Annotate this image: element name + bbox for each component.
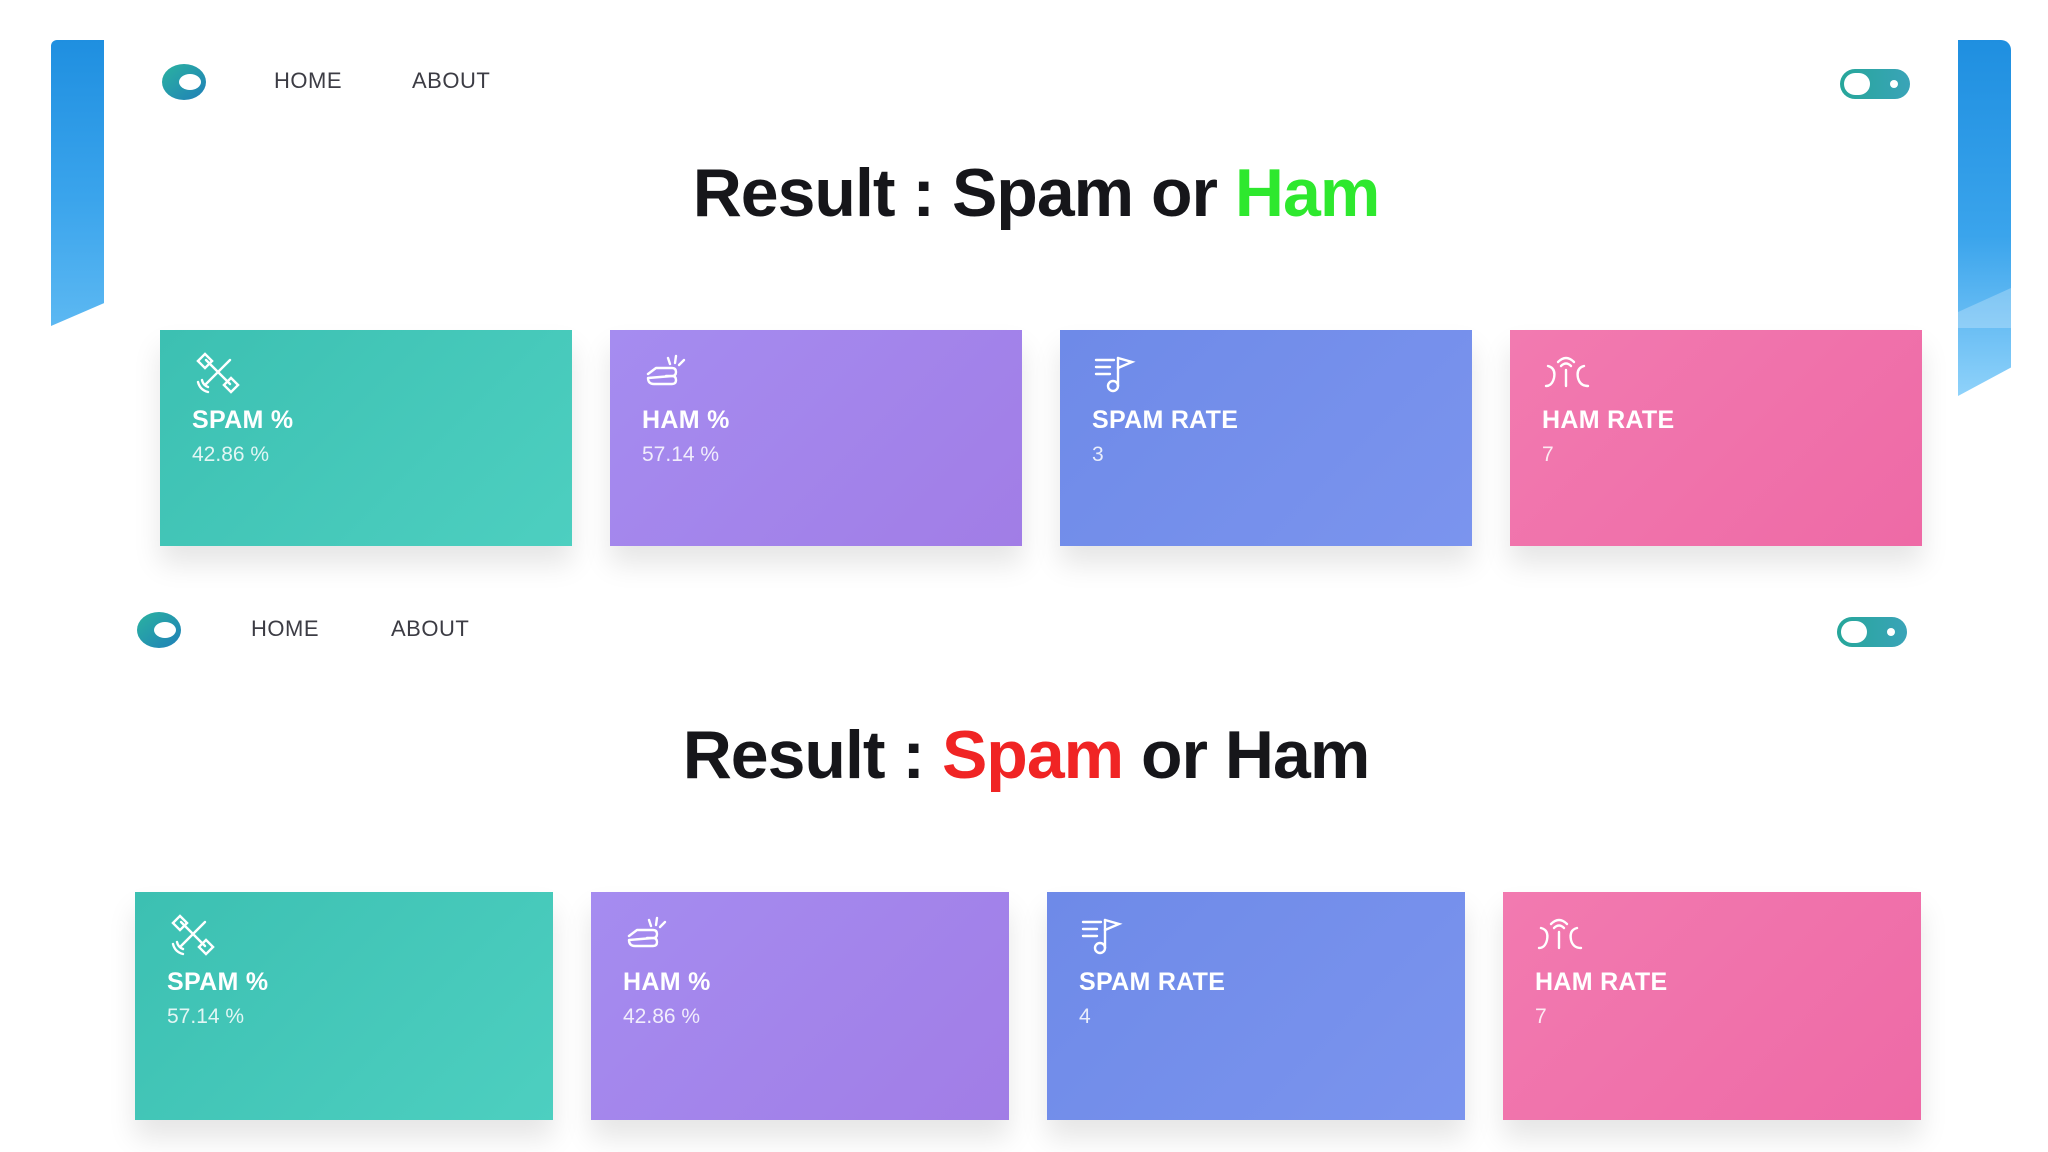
toggle-dot-icon: [1890, 80, 1898, 88]
card-value: 57.14 %: [642, 443, 720, 466]
nav-about-link[interactable]: ABOUT: [412, 68, 490, 94]
title-or-word: or: [1123, 717, 1225, 793]
ham-percent-card[interactable]: HAM % 42.86 %: [591, 892, 1009, 1120]
card-label: HAM RATE: [1542, 406, 1675, 434]
title-prefix: Result :: [682, 717, 942, 793]
navbar: HOME ABOUT: [135, 598, 1917, 658]
satellite-icon: [171, 914, 215, 956]
toggle-dot-icon: [1887, 628, 1895, 636]
title-spam-word: Spam: [951, 155, 1134, 231]
ham-rate-card[interactable]: HAM RATE 7: [1510, 330, 1922, 546]
app-screenshot-ham-result: HOME ABOUT Result : Spam or Ham SPAM % 4…: [160, 50, 1922, 550]
card-value: 42.86 %: [623, 1005, 701, 1028]
toggle-knob: [1841, 621, 1867, 643]
stats-cards: SPAM % 57.14 % HAM % 42.86 % SPAM RATE 4…: [135, 892, 1921, 1120]
card-label: HAM %: [623, 968, 711, 996]
navbar: HOME ABOUT: [160, 50, 1912, 110]
nav-home-link[interactable]: HOME: [251, 616, 319, 642]
card-value: 57.14 %: [167, 1005, 245, 1028]
signal-waves-icon: [1544, 356, 1590, 388]
card-value: 3: [1092, 443, 1104, 466]
title-prefix: Result :: [692, 155, 952, 231]
title-ham-word: Ham: [1224, 717, 1370, 793]
spam-rate-card[interactable]: SPAM RATE 3: [1060, 330, 1472, 546]
spam-percent-card[interactable]: SPAM % 57.14 %: [135, 892, 553, 1120]
title-spam-word: Spam: [941, 717, 1124, 793]
card-label: HAM RATE: [1535, 968, 1668, 996]
slide-accent-right: [1958, 40, 2011, 396]
card-label: SPAM RATE: [1092, 406, 1239, 434]
card-value: 42.86 %: [192, 443, 270, 466]
card-label: SPAM RATE: [1079, 968, 1226, 996]
card-value: 7: [1542, 443, 1554, 466]
title-or-word: or: [1133, 155, 1235, 231]
card-label: SPAM %: [167, 968, 269, 996]
theme-toggle[interactable]: [1840, 69, 1910, 99]
card-value: 4: [1079, 1005, 1091, 1028]
satellite-icon: [196, 352, 240, 394]
hand-icon: [627, 916, 667, 948]
theme-toggle[interactable]: [1837, 617, 1907, 647]
hand-icon: [646, 354, 686, 386]
stats-cards: SPAM % 42.86 % HAM % 57.14 % SPAM RATE 3…: [160, 330, 1922, 546]
slide-accent-left: [51, 40, 104, 326]
result-title: Result : Spam or Ham: [160, 154, 1912, 232]
nav-about-link[interactable]: ABOUT: [391, 616, 469, 642]
ham-rate-card[interactable]: HAM RATE 7: [1503, 892, 1921, 1120]
spam-rate-card[interactable]: SPAM RATE 4: [1047, 892, 1465, 1120]
nav-home-link[interactable]: HOME: [274, 68, 342, 94]
signal-waves-icon: [1537, 918, 1583, 950]
app-screenshot-spam-result: HOME ABOUT Result : Spam or Ham SPAM % 5…: [135, 598, 1921, 1120]
toggle-knob: [1844, 73, 1870, 95]
music-note-icon: [1081, 918, 1123, 955]
card-value: 7: [1535, 1005, 1547, 1028]
ham-percent-card[interactable]: HAM % 57.14 %: [610, 330, 1022, 546]
card-label: SPAM %: [192, 406, 294, 434]
spam-percent-card[interactable]: SPAM % 42.86 %: [160, 330, 572, 546]
logo-icon[interactable]: [135, 610, 187, 650]
logo-icon[interactable]: [160, 62, 212, 102]
card-label: HAM %: [642, 406, 730, 434]
title-ham-word: Ham: [1234, 155, 1380, 231]
music-note-icon: [1094, 356, 1136, 393]
result-title: Result : Spam or Ham: [135, 716, 1917, 794]
